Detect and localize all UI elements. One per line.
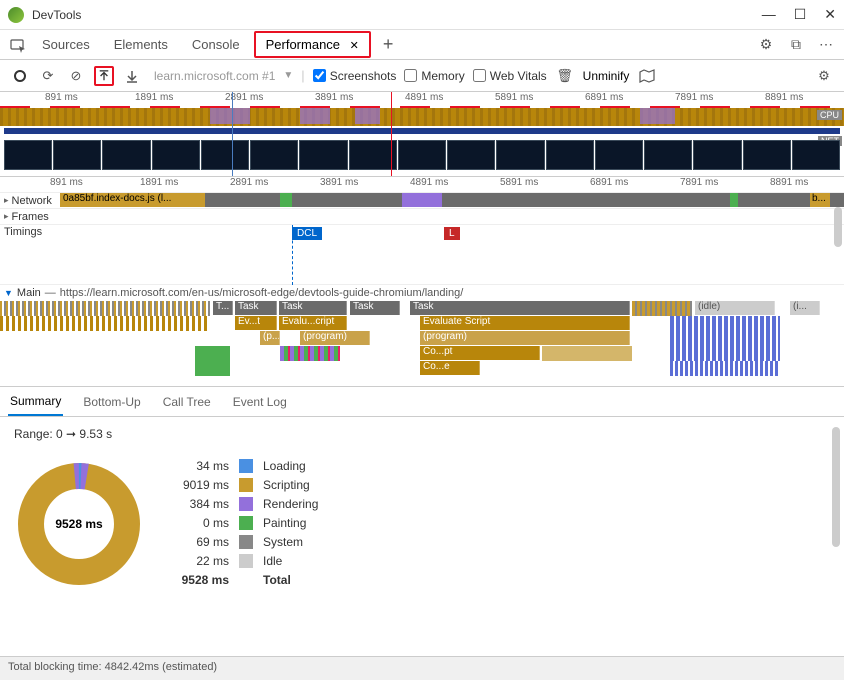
flame-ticks: 891 ms 1891 ms 2891 ms 3891 ms 4891 ms 5…: [0, 177, 844, 193]
add-tab-button[interactable]: +: [375, 34, 402, 55]
cpu-activity-strip: [0, 108, 844, 126]
garbage-collect-icon[interactable]: 🗑: [555, 66, 575, 86]
network-overview-strip: [4, 128, 840, 134]
overview-ticks: 891 ms 1891 ms 2891 ms 3891 ms 4891 ms 5…: [0, 92, 844, 106]
tab-summary[interactable]: Summary: [8, 388, 63, 416]
load-marker[interactable]: L: [444, 227, 460, 240]
tab-performance[interactable]: Performance ✕: [254, 31, 371, 58]
web-vitals-checkbox[interactable]: Web Vitals: [473, 69, 547, 83]
load-profile-button[interactable]: [94, 66, 114, 86]
legend-row: 384 msRendering: [174, 497, 318, 511]
main-track-url: https://learn.microsoft.com/en-us/micros…: [60, 287, 464, 299]
summary-legend: 34 msLoading 9019 msScripting 384 msRender…: [174, 459, 318, 587]
tab-performance-label: Performance: [266, 37, 340, 52]
tab-sources[interactable]: Sources: [32, 33, 100, 56]
summary-scrollbar[interactable]: [832, 427, 840, 547]
recording-url[interactable]: learn.microsoft.com #1: [154, 69, 275, 83]
status-bar: Total blocking time: 4842.42ms (estimate…: [0, 656, 844, 680]
donut-total: 9528 ms: [55, 517, 102, 531]
screenshots-checkbox[interactable]: Screenshots: [313, 69, 397, 83]
flame-chart[interactable]: 891 ms 1891 ms 2891 ms 3891 ms 4891 ms 5…: [0, 177, 844, 387]
summary-panel: Range: 0 ➞ 9.53 s 9528 ms 34 msLoading 90…: [0, 417, 844, 612]
bottom-panel-tabs: Summary Bottom-Up Call Tree Event Log: [0, 387, 844, 417]
legend-total: 9528 msTotal: [174, 573, 318, 587]
timeline-overview[interactable]: 891 ms 1891 ms 2891 ms 3891 ms 4891 ms 5…: [0, 92, 844, 177]
cpu-label: CPU: [817, 110, 842, 120]
performance-toolbar: ⟳ ⊘ learn.microsoft.com #1 ▼ | Screensho…: [0, 60, 844, 92]
tab-close-icon[interactable]: ✕: [350, 40, 359, 52]
settings-gear-icon[interactable]: ⚙: [756, 35, 776, 55]
close-button[interactable]: ✕: [824, 6, 836, 23]
memory-checkbox[interactable]: Memory: [404, 69, 464, 83]
chevron-down-icon[interactable]: ▼: [4, 288, 13, 298]
tab-event-log[interactable]: Event Log: [231, 389, 289, 415]
window-titlebar: DevTools — ☐ ✕: [0, 0, 844, 30]
tab-elements[interactable]: Elements: [104, 33, 178, 56]
capture-settings-gear-icon[interactable]: ⚙: [814, 66, 834, 86]
tab-bottom-up[interactable]: Bottom-Up: [81, 389, 142, 415]
screenshot-thumbnails: [4, 140, 840, 170]
save-profile-button[interactable]: [122, 66, 142, 86]
summary-donut-chart: 9528 ms: [14, 459, 144, 589]
legend-row: 0 msPainting: [174, 516, 318, 530]
reload-button[interactable]: ⟳: [38, 66, 58, 86]
dock-icon[interactable]: ⧉: [786, 35, 806, 55]
devtools-tabstrip: Sources Elements Console Performance ✕ +…: [0, 30, 844, 60]
recording-dropdown-icon[interactable]: ▼: [283, 70, 293, 81]
range-label: Range: 0 ➞ 9.53 s: [14, 427, 830, 441]
status-text: Total blocking time: 4842.42ms (estimate…: [8, 661, 217, 673]
network-track-label[interactable]: ▸ Network: [0, 193, 60, 208]
legend-row: 9019 msScripting: [174, 478, 318, 492]
source-map-icon[interactable]: [637, 66, 657, 86]
app-logo-icon: [8, 7, 24, 23]
tab-console[interactable]: Console: [182, 33, 250, 56]
frames-track-label[interactable]: ▸ Frames: [0, 209, 60, 224]
main-track-header[interactable]: ▼ Main — https://learn.microsoft.com/en-…: [0, 285, 844, 301]
dcl-marker[interactable]: DCL: [292, 227, 322, 240]
maximize-button[interactable]: ☐: [794, 6, 807, 23]
clear-button[interactable]: ⊘: [66, 66, 86, 86]
legend-row: 34 msLoading: [174, 459, 318, 473]
chevron-right-icon[interactable]: ▸: [4, 211, 9, 222]
chevron-right-icon[interactable]: ▸: [4, 195, 9, 206]
flame-rows[interactable]: T... Task Task Task Task (idle) (i... Ev…: [0, 301, 844, 387]
unminify-label: Unminify: [583, 69, 630, 83]
more-icon[interactable]: ⋯: [816, 35, 836, 55]
tab-call-tree[interactable]: Call Tree: [161, 389, 213, 415]
minimize-button[interactable]: —: [762, 6, 776, 23]
legend-row: 69 msSystem: [174, 535, 318, 549]
flame-scrollbar[interactable]: [834, 207, 842, 247]
timings-track-label[interactable]: Timings: [0, 225, 60, 284]
window-title: DevTools: [32, 8, 81, 22]
inspect-icon[interactable]: [8, 35, 28, 55]
legend-row: 22 msIdle: [174, 554, 318, 568]
network-file-bar[interactable]: 0a85bf.index-docs.js (l...: [60, 193, 205, 207]
record-button[interactable]: [10, 66, 30, 86]
